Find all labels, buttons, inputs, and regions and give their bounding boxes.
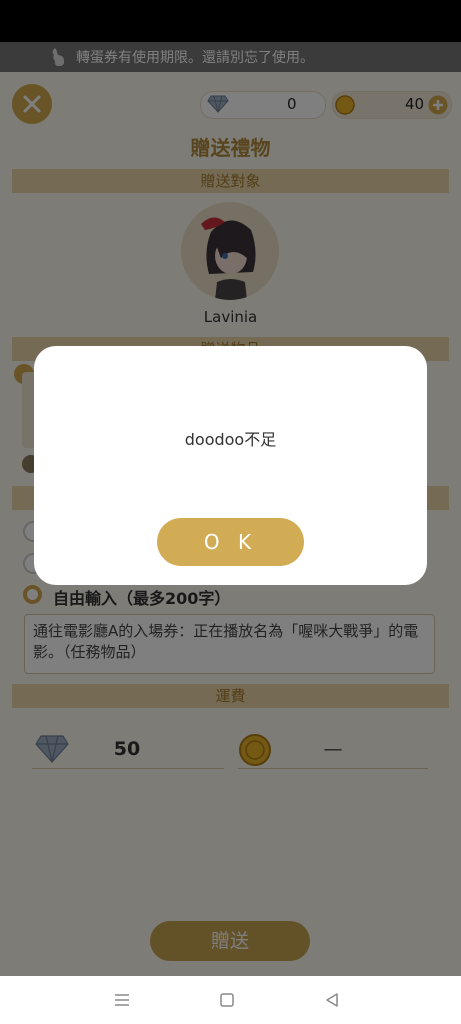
alert-dialog: doodoo不足 O K (34, 346, 427, 585)
system-nav-bar (0, 976, 461, 1024)
ok-button[interactable]: O K (157, 518, 304, 566)
back-icon[interactable] (325, 993, 339, 1007)
home-icon[interactable] (220, 993, 234, 1007)
menu-icon[interactable] (114, 993, 130, 1007)
status-bar (0, 0, 461, 42)
dialog-message: doodoo不足 (184, 430, 277, 449)
